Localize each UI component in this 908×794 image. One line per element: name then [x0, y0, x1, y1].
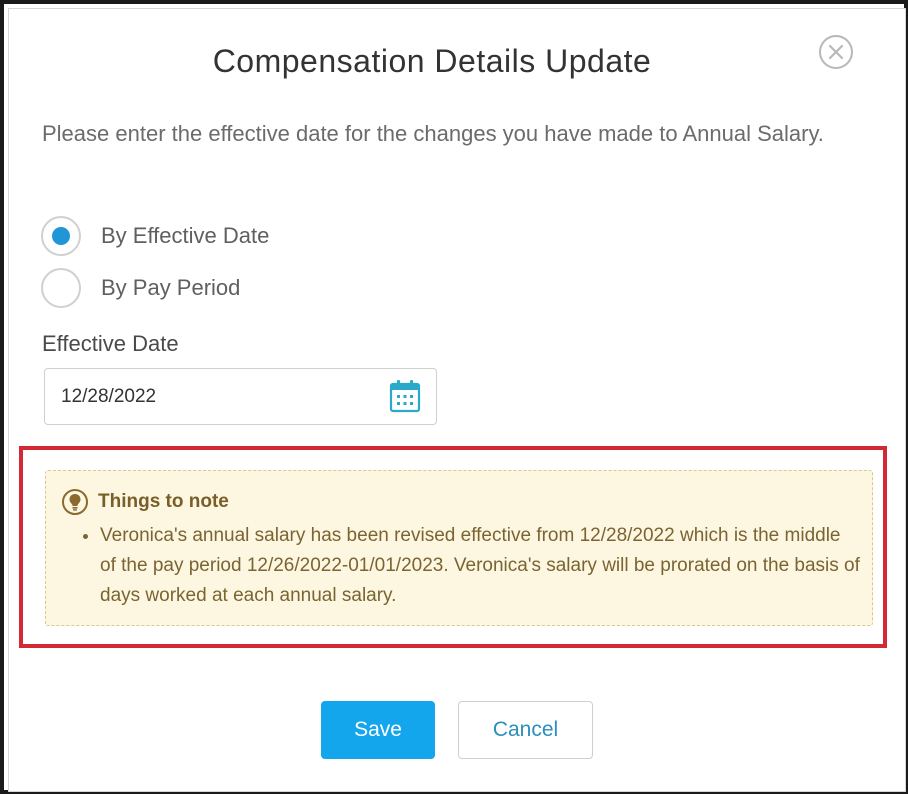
close-button[interactable]	[819, 35, 853, 69]
radio-label: By Effective Date	[101, 223, 270, 248]
close-icon	[828, 44, 844, 60]
annotation-highlight-box	[19, 446, 887, 648]
effective-date-label: Effective Date	[42, 331, 179, 356]
radio-label: By Pay Period	[101, 275, 241, 300]
radio-by-effective-date[interactable]: By Effective Date	[41, 216, 269, 256]
compensation-dialog: Compensation Details Update Please enter…	[8, 8, 906, 792]
effective-date-field[interactable]	[44, 368, 437, 425]
effective-date-input[interactable]	[61, 383, 361, 411]
intro-text: Please enter the effective date for the …	[42, 121, 824, 146]
dialog-title: Compensation Details Update	[212, 43, 652, 79]
calendar-icon[interactable]	[389, 379, 421, 413]
screenshot-frame: Compensation Details Update Please enter…	[0, 0, 908, 794]
save-button[interactable]: Save	[321, 701, 435, 759]
radio-button[interactable]	[41, 268, 81, 308]
radio-button[interactable]	[41, 216, 81, 256]
radio-by-pay-period[interactable]: By Pay Period	[41, 268, 240, 308]
cancel-button[interactable]: Cancel	[458, 701, 593, 759]
